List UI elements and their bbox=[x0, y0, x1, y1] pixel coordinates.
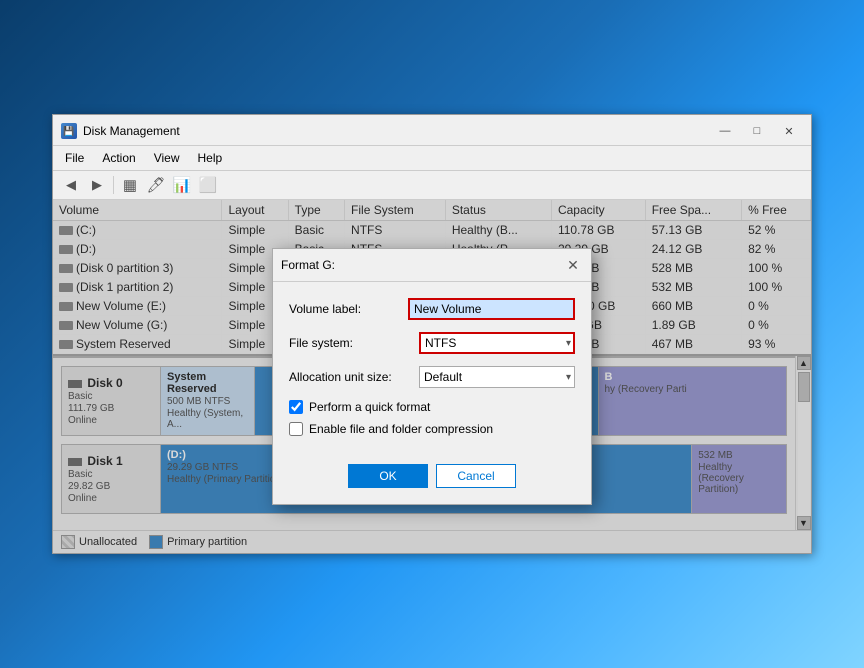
menu-action[interactable]: Action bbox=[94, 148, 143, 168]
toolbar-separator-1 bbox=[113, 176, 114, 194]
properties-button[interactable]: ▦ bbox=[118, 174, 142, 196]
menu-view[interactable]: View bbox=[146, 148, 188, 168]
window-controls: — □ ✕ bbox=[711, 121, 803, 141]
volume-label-input[interactable] bbox=[408, 298, 575, 320]
edit-button[interactable]: 🖊 bbox=[144, 174, 168, 196]
alloc-select[interactable]: Default 512 1024 2048 4096 bbox=[419, 366, 575, 388]
file-system-select-wrapper: NTFS FAT32 exFAT ReFS ▾ bbox=[419, 332, 575, 354]
menu-bar: File Action View Help bbox=[53, 146, 811, 171]
title-left: 💾 Disk Management bbox=[61, 123, 180, 139]
toolbar: ◀ ▶ ▦ 🖊 📊 ⬜ bbox=[53, 171, 811, 200]
modal-title-bar: Format G: ✕ bbox=[273, 249, 591, 282]
window-title: Disk Management bbox=[83, 124, 180, 138]
file-system-label: File system: bbox=[289, 336, 419, 350]
volume-label-row: Volume label: bbox=[289, 298, 575, 320]
menu-help[interactable]: Help bbox=[190, 148, 231, 168]
format-modal: Format G: ✕ Volume label: File system: N… bbox=[272, 248, 592, 505]
modal-overlay: Format G: ✕ Volume label: File system: N… bbox=[53, 200, 811, 553]
main-window: 💾 Disk Management — □ ✕ File Action View… bbox=[52, 114, 812, 554]
format-button[interactable]: ⬜ bbox=[196, 174, 220, 196]
ok-button[interactable]: OK bbox=[348, 464, 428, 488]
modal-close-button[interactable]: ✕ bbox=[563, 255, 583, 275]
close-button[interactable]: ✕ bbox=[775, 121, 803, 141]
modal-buttons: OK Cancel bbox=[289, 452, 575, 488]
quick-format-label[interactable]: Perform a quick format bbox=[309, 400, 430, 414]
compression-checkbox[interactable] bbox=[289, 422, 303, 436]
alloc-label: Allocation unit size: bbox=[289, 370, 419, 384]
title-bar: 💾 Disk Management — □ ✕ bbox=[53, 115, 811, 146]
alloc-select-wrapper: Default 512 1024 2048 4096 ▾ bbox=[419, 366, 575, 388]
file-system-row: File system: NTFS FAT32 exFAT ReFS ▾ bbox=[289, 332, 575, 354]
modal-body: Volume label: File system: NTFS FAT32 ex… bbox=[273, 282, 591, 504]
content-area: Volume Layout Type File System Status Ca… bbox=[53, 200, 811, 553]
quick-format-checkbox[interactable] bbox=[289, 400, 303, 414]
view-button[interactable]: 📊 bbox=[170, 174, 194, 196]
maximize-button[interactable]: □ bbox=[743, 121, 771, 141]
volume-label-label: Volume label: bbox=[289, 302, 408, 316]
back-button[interactable]: ◀ bbox=[59, 174, 83, 196]
cancel-button[interactable]: Cancel bbox=[436, 464, 516, 488]
file-system-select[interactable]: NTFS FAT32 exFAT ReFS bbox=[419, 332, 575, 354]
modal-title: Format G: bbox=[281, 258, 335, 272]
app-icon: 💾 bbox=[61, 123, 77, 139]
minimize-button[interactable]: — bbox=[711, 121, 739, 141]
quick-format-row: Perform a quick format bbox=[289, 400, 575, 414]
forward-button[interactable]: ▶ bbox=[85, 174, 109, 196]
menu-file[interactable]: File bbox=[57, 148, 92, 168]
compression-label[interactable]: Enable file and folder compression bbox=[309, 422, 493, 436]
compression-row: Enable file and folder compression bbox=[289, 422, 575, 436]
alloc-row: Allocation unit size: Default 512 1024 2… bbox=[289, 366, 575, 388]
